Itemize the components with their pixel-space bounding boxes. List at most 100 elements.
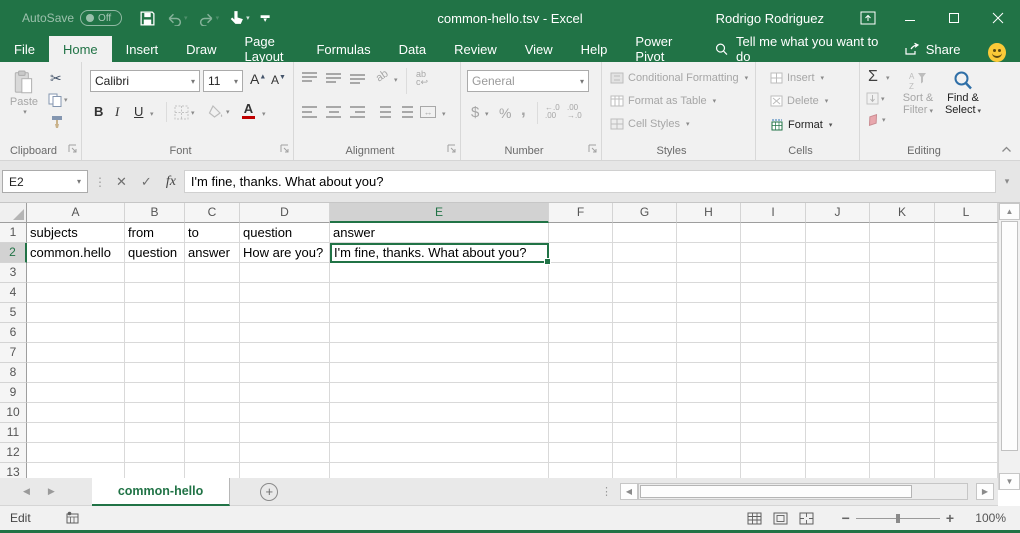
cell-a6[interactable] (27, 323, 125, 343)
cell-f10[interactable] (549, 403, 613, 423)
cell-i2[interactable] (741, 243, 806, 263)
cell-l8[interactable] (935, 363, 998, 383)
delete-cells-button[interactable]: Delete▾ (770, 95, 828, 107)
cell-e6[interactable] (330, 323, 549, 343)
cell-g5[interactable] (613, 303, 677, 323)
cell-h13[interactable] (677, 463, 741, 478)
cell-b6[interactable] (125, 323, 185, 343)
cell-k12[interactable] (870, 443, 935, 463)
scroll-down-button[interactable]: ▼ (999, 473, 1020, 490)
cell-a4[interactable] (27, 283, 125, 303)
cell-e11[interactable] (330, 423, 549, 443)
italic-button[interactable]: I (115, 104, 119, 120)
cell-f6[interactable] (549, 323, 613, 343)
cell-k4[interactable] (870, 283, 935, 303)
cell-d8[interactable] (240, 363, 330, 383)
cell-f9[interactable] (549, 383, 613, 403)
sort-filter-button[interactable]: AZ Sort & Filter▾ (898, 70, 938, 116)
cell-k2[interactable] (870, 243, 935, 263)
zoom-slider-thumb[interactable] (896, 514, 900, 523)
cell-c4[interactable] (185, 283, 240, 303)
row-header-1[interactable]: 1 (0, 223, 27, 243)
font-name-combo[interactable]: Calibri▾ (90, 70, 200, 92)
cell-c12[interactable] (185, 443, 240, 463)
close-button[interactable] (976, 0, 1020, 36)
zoom-in-button[interactable]: + (940, 510, 960, 526)
borders-button[interactable]: ▾ (174, 105, 195, 120)
tab-home[interactable]: Home (49, 36, 112, 62)
align-left-button[interactable] (302, 106, 317, 118)
top-align-button[interactable] (302, 72, 317, 84)
cell-c13[interactable] (185, 463, 240, 478)
cell-e4[interactable] (330, 283, 549, 303)
cell-k3[interactable] (870, 263, 935, 283)
cell-i5[interactable] (741, 303, 806, 323)
minimize-button[interactable] (888, 0, 932, 36)
cell-g8[interactable] (613, 363, 677, 383)
merge-center-dropdown[interactable]: ▾ (442, 110, 446, 118)
font-color-dropdown[interactable]: ▾ (262, 110, 266, 118)
cell-d2[interactable]: How are you? (240, 243, 330, 263)
cell-j2[interactable] (806, 243, 870, 263)
row-header-5[interactable]: 5 (0, 303, 27, 323)
horizontal-scroll-track[interactable] (638, 483, 968, 500)
horizontal-scrollbar[interactable]: ⋮ ◀ ▶ (601, 478, 998, 506)
tab-help[interactable]: Help (567, 36, 622, 62)
fill-button[interactable]: ▾ (866, 92, 885, 105)
maximize-button[interactable] (932, 0, 976, 36)
cell-h7[interactable] (677, 343, 741, 363)
cell-j6[interactable] (806, 323, 870, 343)
cell-g2[interactable] (613, 243, 677, 263)
cell-b10[interactable] (125, 403, 185, 423)
cell-f7[interactable] (549, 343, 613, 363)
increase-decimal-button[interactable]: ←.0.00 (545, 104, 560, 120)
cell-e12[interactable] (330, 443, 549, 463)
sheet-tab-common-hello[interactable]: common-hello (92, 478, 230, 506)
cell-k7[interactable] (870, 343, 935, 363)
bottom-align-button[interactable] (350, 72, 365, 84)
zoom-out-button[interactable]: − (836, 510, 856, 526)
cell-g6[interactable] (613, 323, 677, 343)
insert-function-button[interactable]: fx (166, 174, 176, 190)
column-header-h[interactable]: H (677, 203, 741, 223)
cell-e10[interactable] (330, 403, 549, 423)
cell-b13[interactable] (125, 463, 185, 478)
cell-h4[interactable] (677, 283, 741, 303)
cell-b12[interactable] (125, 443, 185, 463)
alignment-dialog-launcher[interactable] (447, 142, 456, 156)
tab-review[interactable]: Review (440, 36, 511, 62)
cell-j8[interactable] (806, 363, 870, 383)
cell-h12[interactable] (677, 443, 741, 463)
save-button[interactable] (136, 8, 159, 29)
cell-f5[interactable] (549, 303, 613, 323)
autosave-pill[interactable]: Off (80, 10, 122, 26)
cell-h1[interactable] (677, 223, 741, 243)
cell-d7[interactable] (240, 343, 330, 363)
tab-formulas[interactable]: Formulas (302, 36, 384, 62)
autosum-dropdown[interactable]: ▾ (886, 74, 890, 82)
cell-g3[interactable] (613, 263, 677, 283)
cell-b4[interactable] (125, 283, 185, 303)
tab-draw[interactable]: Draw (172, 36, 230, 62)
tabbar-splitter[interactable]: ⋮ (601, 485, 612, 498)
tell-me-box[interactable]: Tell me what you want to do (705, 36, 894, 62)
tab-page-layout[interactable]: Page Layout (231, 36, 303, 62)
cell-d9[interactable] (240, 383, 330, 403)
collapse-ribbon-button[interactable] (1001, 145, 1012, 156)
row-header-2[interactable]: 2 (0, 243, 27, 263)
chevron-down-icon[interactable]: ▾ (77, 177, 81, 186)
enter-button[interactable]: ✓ (141, 174, 152, 190)
cell-j9[interactable] (806, 383, 870, 403)
select-all-corner[interactable] (0, 203, 27, 223)
column-header-k[interactable]: K (870, 203, 935, 223)
row-header-6[interactable]: 6 (0, 323, 27, 343)
cell-e5[interactable] (330, 303, 549, 323)
cell-k8[interactable] (870, 363, 935, 383)
page-break-preview-button[interactable] (794, 507, 820, 529)
cell-k1[interactable] (870, 223, 935, 243)
cell-l4[interactable] (935, 283, 998, 303)
row-header-10[interactable]: 10 (0, 403, 27, 423)
customize-qat-button[interactable]: ▬▾ (261, 13, 270, 23)
wrap-text-button[interactable]: abc↩ (416, 70, 428, 86)
fill-color-button[interactable]: ▾ (208, 105, 230, 119)
